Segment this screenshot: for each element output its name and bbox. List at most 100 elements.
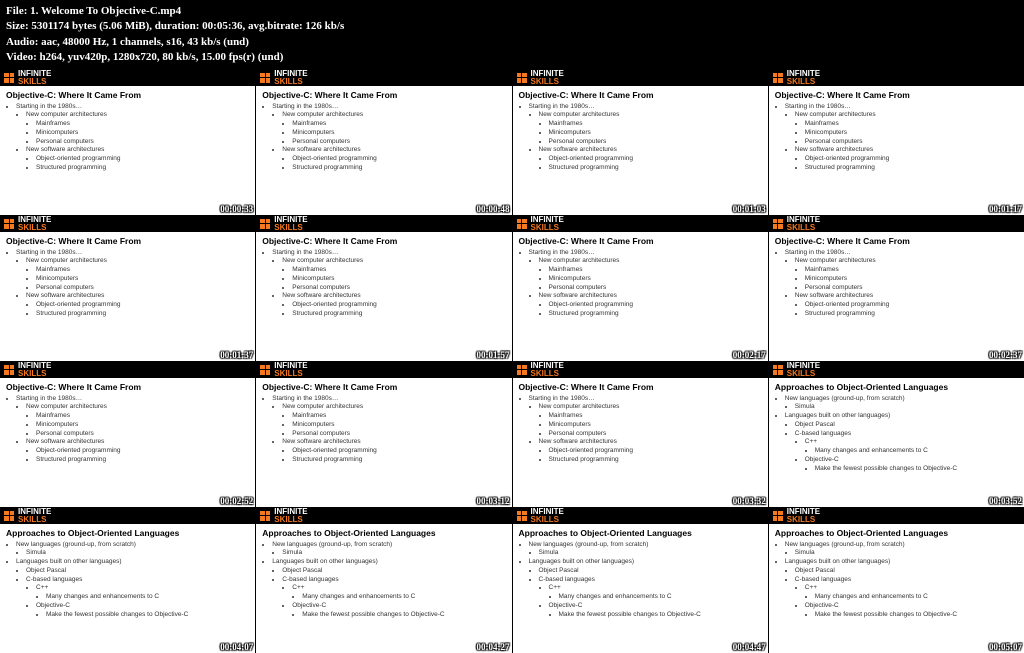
logo-squares-icon (517, 73, 527, 83)
brand-logo: INFINITESKILLS (0, 216, 255, 232)
slide-title: Objective-C: Where It Came From (6, 236, 249, 246)
thumbnail-cell[interactable]: INFINITESKILLSObjective-C: Where It Came… (256, 70, 511, 215)
audio-value: aac, 48000 Hz, 1 channels, s16, 43 kb/s … (41, 36, 249, 48)
logo-squares-icon (773, 365, 783, 375)
slide-title: Objective-C: Where It Came From (262, 382, 505, 392)
slide-content: Approaches to Object-Oriented Languages N… (256, 524, 511, 624)
slide-content: Approaches to Object-Oriented Languages N… (769, 378, 1024, 478)
slide-content: Objective-C: Where It Came FromStarting … (513, 232, 768, 323)
logo-squares-icon (4, 73, 14, 83)
slide-bullets: Starting in the 1980s…New computer archi… (775, 249, 1018, 319)
logo-squares-icon (517, 365, 527, 375)
slide-content: Objective-C: Where It Came FromStarting … (0, 86, 255, 177)
thumbnail-cell[interactable]: INFINITESKILLSApproaches to Object-Orien… (513, 508, 768, 653)
thumbnail-cell[interactable]: INFINITESKILLS Objective-C: Where It Came… (0, 216, 255, 361)
slide-title: Approaches to Object-Oriented Languages (6, 528, 249, 538)
video-label: Video: (6, 51, 37, 63)
slide-title: Approaches to Object-Oriented Languages (262, 528, 505, 538)
logo-text: INFINITESKILLS (787, 70, 820, 86)
logo-squares-icon (773, 219, 783, 229)
slide-title: Objective-C: Where It Came From (519, 90, 762, 100)
logo-squares-icon (517, 511, 527, 521)
logo-text: INFINITESKILLS (274, 508, 307, 524)
logo-squares-icon (260, 219, 270, 229)
slide-title: Approaches to Object-Oriented Languages (775, 528, 1018, 538)
slide-bullets: Starting in the 1980s…New computer archi… (262, 103, 505, 173)
file-name: 1. Welcome To Objective-C.mp4 (30, 5, 181, 17)
thumbnail-cell[interactable]: INFINITESKILLSObjective-C: Where It Came… (513, 70, 768, 215)
logo-text: INFINITESKILLS (274, 362, 307, 378)
logo-text: INFINITESKILLS (18, 216, 51, 232)
brand-logo: INFINITESKILLS (0, 70, 255, 86)
slide-title: Approaches to Object-Oriented Languages (775, 382, 1018, 392)
brand-logo: INFINITESKILLS (513, 216, 768, 232)
slide-bullets: Starting in the 1980s…New computer archi… (6, 395, 249, 465)
brand-logo: INFINITESKILLS (769, 508, 1024, 524)
brand-logo: INFINITESKILLS (769, 70, 1024, 86)
slide-bullets: New languages (ground-up, from scratch)S… (775, 395, 1018, 474)
slide-title: Objective-C: Where It Came From (519, 382, 762, 392)
brand-logo: INFINITESKILLS (256, 362, 511, 378)
logo-text: INFINITESKILLS (18, 70, 51, 86)
thumbnail-cell[interactable]: INFINITESKILLS Objective-C: Where It Came… (256, 216, 511, 361)
timestamp: 00:02:37 (989, 350, 1022, 360)
thumbnail-cell[interactable]: INFINITESKILLS Approaches to Object-Orien… (0, 508, 255, 653)
timestamp: 00:04:47 (733, 642, 766, 652)
logo-squares-icon (773, 73, 783, 83)
video-value: h264, yuv420p, 1280x720, 80 kb/s, 15.00 … (40, 51, 284, 63)
slide-bullets: Starting in the 1980s…New computer archi… (262, 249, 505, 319)
logo-text: INFINITESKILLS (531, 362, 564, 378)
thumbnail-cell[interactable]: INFINITESKILLS Objective-C: Where It Came… (0, 362, 255, 507)
logo-text: INFINITESKILLS (274, 70, 307, 86)
timestamp: 00:05:07 (989, 642, 1022, 652)
logo-text: INFINITESKILLS (531, 70, 564, 86)
slide-title: Objective-C: Where It Came From (262, 236, 505, 246)
file-label: File: (6, 5, 27, 17)
slide-title: Objective-C: Where It Came From (6, 382, 249, 392)
thumbnail-cell[interactable]: INFINITESKILLSObjective-C: Where It Came… (513, 216, 768, 361)
slide-bullets: New languages (ground-up, from scratch)S… (6, 541, 249, 620)
thumbnail-cell[interactable]: INFINITESKILLSObjective-C: Where It Came… (0, 70, 255, 215)
size-value: 5301174 bytes (5.06 MiB), duration: 00:0… (31, 20, 344, 32)
slide-bullets: Starting in the 1980s…New computer archi… (519, 395, 762, 465)
slide-bullets: New languages (ground-up, from scratch)S… (775, 541, 1018, 620)
slide-bullets: Starting in the 1980s…New computer archi… (262, 395, 505, 465)
thumbnail-cell[interactable]: INFINITESKILLSApproaches to Object-Orien… (769, 362, 1024, 507)
brand-logo: INFINITESKILLS (256, 508, 511, 524)
brand-logo: INFINITESKILLS (769, 216, 1024, 232)
slide-content: Objective-C: Where It Came From Starting … (769, 232, 1024, 323)
logo-text: INFINITESKILLS (18, 508, 51, 524)
thumbnail-cell[interactable]: INFINITESKILLS Objective-C: Where It Came… (256, 362, 511, 507)
timestamp: 00:03:32 (733, 496, 766, 506)
timestamp: 00:01:57 (477, 350, 510, 360)
slide-bullets: New languages (ground-up, from scratch)S… (262, 541, 505, 620)
slide-title: Objective-C: Where It Came From (519, 236, 762, 246)
timestamp: 00:03:52 (989, 496, 1022, 506)
logo-squares-icon (773, 511, 783, 521)
logo-squares-icon (4, 219, 14, 229)
thumbnail-cell[interactable]: INFINITESKILLSApproaches to Object-Orien… (256, 508, 511, 653)
timestamp: 00:01:37 (220, 350, 253, 360)
thumbnail-cell[interactable]: INFINITESKILLSObjective-C: Where It Came… (769, 216, 1024, 361)
logo-text: INFINITESKILLS (531, 508, 564, 524)
slide-content: Objective-C: Where It Came From Starting … (513, 86, 768, 177)
slide-bullets: Starting in the 1980s…New computer archi… (775, 103, 1018, 173)
brand-logo: INFINITESKILLS (513, 362, 768, 378)
thumbnail-cell[interactable]: INFINITESKILLSObjective-C: Where It Came… (769, 70, 1024, 215)
brand-logo: INFINITESKILLS (513, 508, 768, 524)
slide-content: Objective-C: Where It Came From Starting … (256, 86, 511, 177)
timestamp: 00:04:27 (477, 642, 510, 652)
logo-squares-icon (260, 511, 270, 521)
slide-bullets: Starting in the 1980s…New computer archi… (519, 103, 762, 173)
thumbnail-cell[interactable]: INFINITESKILLS Approaches to Object-Orien… (769, 508, 1024, 653)
size-label: Size: (6, 20, 29, 32)
slide-content: Objective-C: Where It Came From Starting … (513, 378, 768, 469)
timestamp: 00:01:17 (989, 204, 1022, 214)
slide-title: Objective-C: Where It Came From (775, 236, 1018, 246)
brand-logo: INFINITESKILLS (256, 70, 511, 86)
timestamp: 00:04:07 (220, 642, 253, 652)
slide-title: Objective-C: Where It Came From (262, 90, 505, 100)
logo-text: INFINITESKILLS (274, 216, 307, 232)
thumbnail-cell[interactable]: INFINITESKILLSObjective-C: Where It Came… (513, 362, 768, 507)
logo-text: INFINITESKILLS (18, 362, 51, 378)
